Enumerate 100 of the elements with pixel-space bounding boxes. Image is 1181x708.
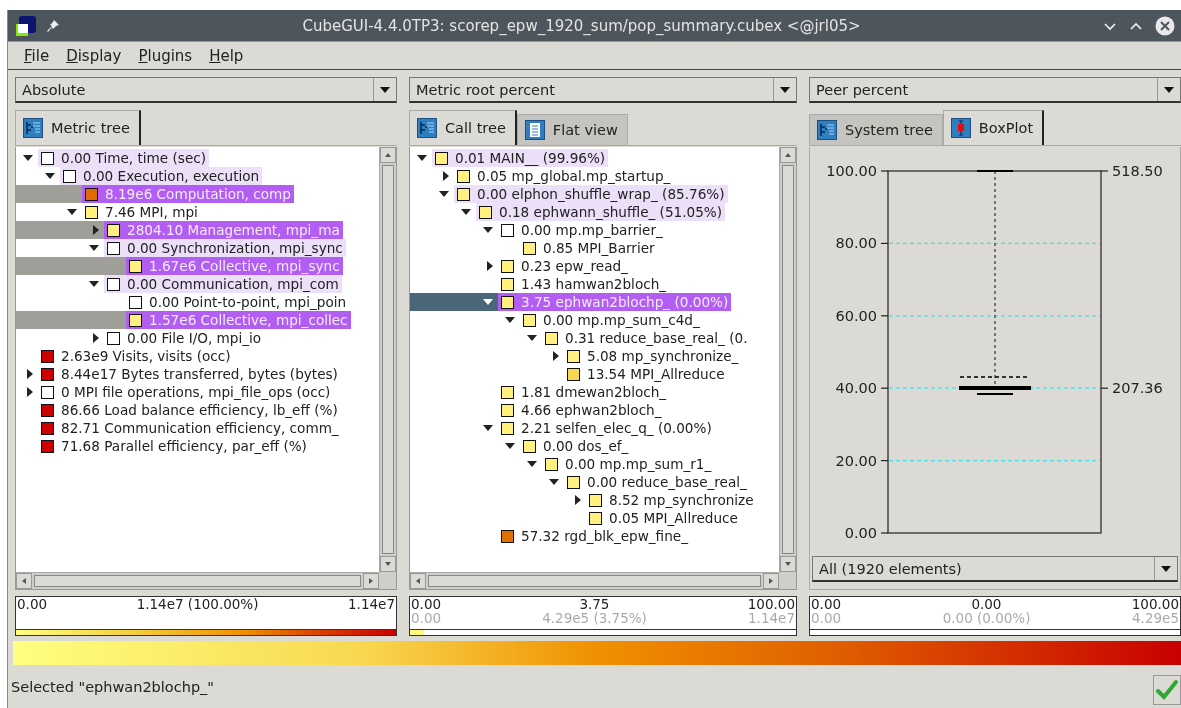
mode-dropdown[interactable]: Metric root percent xyxy=(409,77,797,103)
tree-item[interactable]: 0.00 Time, time (sec) xyxy=(38,149,210,167)
tree-item[interactable]: 4.66 ephwan2bloch_ xyxy=(498,401,665,419)
min-value: 0.00 xyxy=(811,611,842,625)
expand-arrow-icon[interactable] xyxy=(27,387,33,397)
expand-arrow-icon[interactable] xyxy=(527,461,537,467)
tree-icon xyxy=(817,120,837,140)
tree-item[interactable]: 0.00 Execution, execution xyxy=(60,167,263,185)
current-value: 1.14e7 (100.00%) xyxy=(136,597,259,611)
max-value: 100.00 xyxy=(1131,597,1179,611)
expand-arrow-icon[interactable] xyxy=(483,227,493,233)
mode-dropdown[interactable]: Peer percent xyxy=(809,77,1181,103)
current-value: 4.29e5 (3.75%) xyxy=(542,611,647,625)
expand-arrow-icon[interactable] xyxy=(575,495,581,505)
vertical-scrollbar[interactable] xyxy=(779,147,796,572)
tree-item[interactable]: 2.21 selfen_elec_q_ (0.00%) xyxy=(498,419,715,437)
tree-item[interactable]: 7.46 MPI, mpi xyxy=(82,203,201,221)
expand-arrow-icon[interactable] xyxy=(27,369,33,379)
tree-item[interactable]: 5.08 mp_synchronize_ xyxy=(564,347,742,365)
tab[interactable]: System tree xyxy=(809,114,943,145)
tree-item[interactable]: 2.63e9 Visits, visits (occ) xyxy=(38,347,234,365)
tree-item[interactable]: 0.00 Synchronization, mpi_sync xyxy=(104,239,346,257)
tree-item[interactable]: 0.00 mp.mp_sum_c4d_ xyxy=(520,311,703,329)
list-icon xyxy=(524,120,545,140)
tab[interactable]: Metric tree xyxy=(15,110,141,145)
axis-label: 207.36 xyxy=(1112,380,1163,397)
tree-item[interactable]: 0 MPI file operations, mpi_file_ops (occ) xyxy=(38,383,334,401)
expand-arrow-icon[interactable] xyxy=(549,479,559,485)
tree-item[interactable]: 0.00 Point-to-point, mpi_poin xyxy=(126,293,350,311)
menu-item[interactable]: Plugins xyxy=(138,46,193,65)
max-value: 1.14e7 xyxy=(348,597,395,611)
vertical-scrollbar[interactable] xyxy=(379,147,396,572)
tree-item[interactable]: 86.66 Load balance efficiency, lb_eff (%) xyxy=(38,401,341,419)
max-value: 4.29e5 xyxy=(1132,611,1179,625)
tick-mark xyxy=(880,387,889,389)
expand-arrow-icon[interactable] xyxy=(93,333,99,343)
menu-item[interactable]: File xyxy=(24,46,50,65)
axis-label: 20.00 xyxy=(835,452,877,469)
axis-label: 0.00 xyxy=(844,525,877,541)
tick-mark xyxy=(880,532,889,534)
horizontal-scrollbar[interactable] xyxy=(410,572,779,589)
tree-item[interactable]: 0.00 mp.mp_sum_r1_ xyxy=(542,455,715,473)
min-value: 0.00 xyxy=(411,597,442,611)
tree-item[interactable]: 57.32 rgd_blk_epw_fine_ xyxy=(498,527,691,545)
expand-arrow-icon[interactable] xyxy=(483,425,493,431)
tree-item[interactable]: 0.18 ephwann_shuffle_ (51.05%) xyxy=(476,203,726,221)
axis-label: 80.00 xyxy=(835,235,877,252)
expand-arrow-icon[interactable] xyxy=(487,261,493,271)
horizontal-scrollbar[interactable] xyxy=(16,572,379,589)
tab[interactable]: Flat view xyxy=(516,114,628,145)
close-button[interactable] xyxy=(1155,15,1175,36)
tree-item[interactable]: 0.05 mp_global.mp_startup_ xyxy=(454,167,674,185)
tree-item[interactable]: 82.71 Communication efficiency, comm_ xyxy=(38,419,342,437)
scrollbar-corner xyxy=(379,572,396,589)
expand-arrow-icon[interactable] xyxy=(505,317,515,323)
mode-dropdown[interactable]: Absolute xyxy=(15,77,397,103)
min-value: 0.00 xyxy=(17,597,48,611)
expand-arrow-icon[interactable] xyxy=(553,351,559,361)
tree-item[interactable]: 8.52 mp_synchronize xyxy=(586,491,757,509)
scrollbar-corner xyxy=(779,572,796,589)
tree-item[interactable]: 0.00 dos_ef_ xyxy=(520,437,632,455)
tree-item[interactable]: 1.43 hamwan2bloch_ xyxy=(498,275,670,293)
expand-arrow-icon[interactable] xyxy=(505,443,515,449)
app-icon xyxy=(16,15,36,36)
tab[interactable]: Call tree xyxy=(409,110,517,145)
element-dropdown[interactable]: All (1920 elements) xyxy=(812,556,1178,582)
tree-item[interactable]: 0.00 File I/O, mpi_io xyxy=(104,329,265,347)
tick-mark xyxy=(880,460,889,462)
tree-item[interactable]: 8.44e17 Bytes transferred, bytes (bytes) xyxy=(38,365,341,383)
tree-item[interactable]: 0.23 epw_read_ xyxy=(498,257,631,275)
menu-item[interactable]: Display xyxy=(66,46,122,65)
axis-label: 518.50 xyxy=(1112,163,1163,179)
tree-item[interactable]: 1.81 dmewan2bloch_ xyxy=(498,383,670,401)
tree-item[interactable]: 13.54 MPI_Allreduce xyxy=(564,365,728,383)
caret-icon xyxy=(1161,565,1171,572)
menu-item[interactable]: Help xyxy=(209,46,244,65)
tree-item[interactable]: 0.01 MAIN__ (99.96%) xyxy=(432,149,609,167)
axis-label: 60.00 xyxy=(835,307,877,324)
current-value: 0.00 (0.00%) xyxy=(942,611,1031,625)
pin-icon[interactable] xyxy=(46,18,60,33)
tree-item[interactable]: 0.31 reduce_base_real_ (0. xyxy=(542,329,751,347)
caret-icon xyxy=(780,86,790,93)
max-value: 100.00 xyxy=(747,597,795,611)
tree-item[interactable]: 0.00 elphon_shuffle_wrap_ (85.76%) xyxy=(454,185,728,203)
tree-item[interactable]: 0.00 reduce_base_real_ xyxy=(564,473,750,491)
current-value: 3.75 xyxy=(579,597,610,611)
tick-mark xyxy=(1100,387,1109,389)
tree-item[interactable]: 0.05 MPI_Allreduce xyxy=(586,509,741,527)
tree-item[interactable]: 0.85 MPI_Barrier xyxy=(520,239,658,257)
expand-arrow-icon[interactable] xyxy=(443,171,449,181)
tick-mark xyxy=(1100,170,1109,172)
tick-mark xyxy=(880,242,889,244)
expand-arrow-icon[interactable] xyxy=(67,209,77,215)
tree-item[interactable]: 0.00 Communication, mpi_com xyxy=(104,275,342,293)
window-title: CubeGUI-4.4.0TP3: scorep_epw_1920_sum/pop_summary.cubex <@jrl05> xyxy=(301,16,862,35)
tick-mark xyxy=(880,315,889,317)
tab[interactable]: BoxPlot xyxy=(942,110,1045,145)
tree-item[interactable]: 71.68 Parallel efficiency, par_eff (%) xyxy=(38,437,310,455)
tree-item[interactable]: 0.00 mp.mp_barrier_ xyxy=(498,221,666,239)
expand-arrow-icon[interactable] xyxy=(527,335,537,341)
